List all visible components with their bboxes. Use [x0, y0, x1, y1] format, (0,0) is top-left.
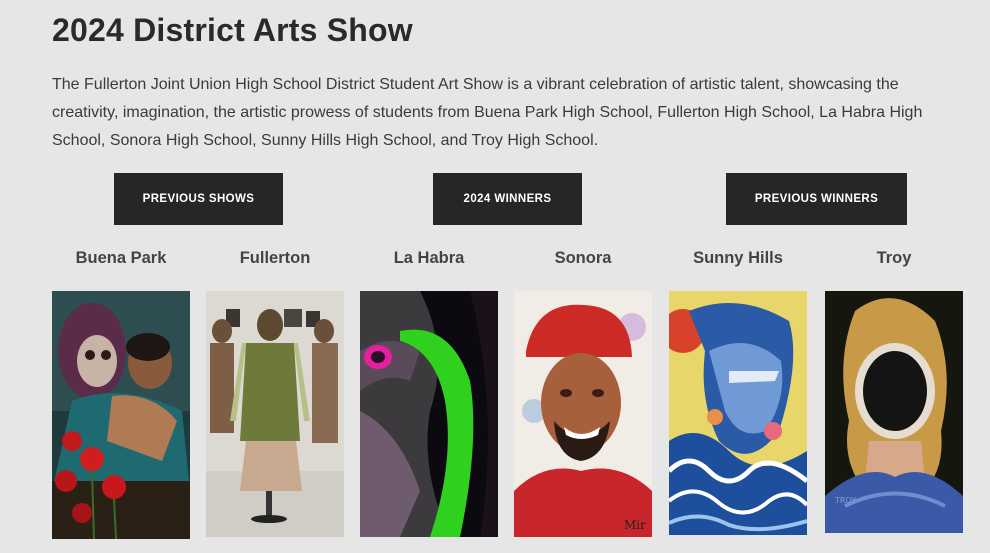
- school-label-fullerton[interactable]: Fullerton: [206, 246, 344, 270]
- 2024-winners-button[interactable]: 2024 WINNERS: [433, 173, 582, 225]
- artist-signature-sonora: Mir: [624, 518, 646, 532]
- artwork-sonora[interactable]: Mir: [514, 291, 652, 537]
- artwork-buena-park[interactable]: [52, 291, 190, 539]
- artwork-sunny-hills[interactable]: [669, 291, 807, 535]
- artwork-fullerton[interactable]: [206, 291, 344, 537]
- school-label-sunny-hills[interactable]: Sunny Hills: [669, 246, 807, 270]
- artist-signature-troy: TROY: [834, 496, 856, 505]
- school-label-buena-park[interactable]: Buena Park: [52, 246, 190, 270]
- school-label-la-habra[interactable]: La Habra: [360, 246, 498, 270]
- school-column-sunny-hills: Sunny Hills: [669, 246, 807, 535]
- previous-winners-button[interactable]: PREVIOUS WINNERS: [726, 173, 907, 225]
- artwork-troy[interactable]: TROY: [825, 291, 963, 533]
- school-column-buena-park: Buena Park: [52, 246, 190, 539]
- artwork-la-habra[interactable]: [360, 291, 498, 537]
- school-column-la-habra: La Habra: [360, 246, 498, 537]
- page-title: 2024 District Arts Show: [52, 12, 413, 48]
- school-label-troy[interactable]: Troy: [825, 246, 963, 270]
- previous-shows-button[interactable]: PREVIOUS SHOWS: [114, 173, 283, 225]
- school-label-sonora[interactable]: Sonora: [514, 246, 652, 270]
- school-column-troy: Troy TROY: [825, 246, 963, 533]
- school-column-sonora: Sonora Mir: [514, 246, 652, 537]
- school-column-fullerton: Fullerton: [206, 246, 344, 537]
- intro-paragraph: The Fullerton Joint Union High School Di…: [52, 76, 923, 149]
